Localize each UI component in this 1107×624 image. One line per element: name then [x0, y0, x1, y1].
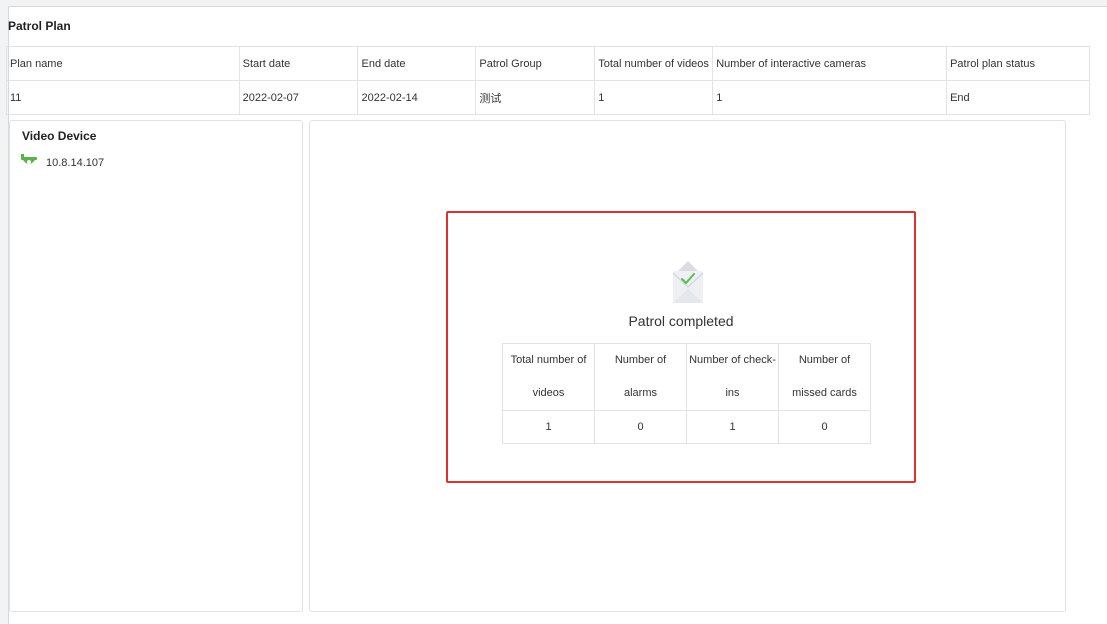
device-list-item[interactable]: 10.8.14.107: [20, 153, 104, 172]
cell-plan-status: End: [946, 80, 1090, 115]
summary-value-total-videos: 1: [502, 410, 595, 444]
cell-end-date: 2022-02-14: [357, 80, 477, 115]
summary-header-total-videos: Total number of videos: [502, 343, 595, 411]
header-start-date: Start date: [238, 46, 359, 81]
table-header-row: Plan name Start date End date Patrol Gro…: [6, 46, 1090, 81]
patrol-result-box: Patrol completed Total number of videos …: [446, 211, 916, 483]
page-title: Patrol Plan: [8, 19, 71, 33]
summary-header-row: Total number of videos Number of alarms …: [502, 343, 871, 411]
cell-total-videos: 1: [594, 80, 714, 115]
header-interactive-cameras: Number of interactive cameras: [712, 46, 948, 81]
video-device-title: Video Device: [22, 129, 97, 143]
patrol-plan-table: Plan name Start date End date Patrol Gro…: [6, 46, 1090, 115]
summary-header-check-ins: Number of check-ins: [686, 343, 779, 411]
summary-values-row: 1 0 1 0: [502, 410, 871, 444]
header-total-videos: Total number of videos: [594, 46, 714, 81]
video-display-panel: Patrol completed Total number of videos …: [309, 120, 1066, 612]
summary-header-alarms: Number of alarms: [594, 343, 687, 411]
summary-header-missed-cards: Number of missed cards: [778, 343, 871, 411]
header-end-date: End date: [357, 46, 477, 81]
cell-interactive-cameras: 1: [712, 80, 948, 115]
camera-icon: [20, 153, 38, 172]
cell-start-date: 2022-02-07: [238, 80, 359, 115]
header-plan-name: Plan name: [6, 46, 240, 81]
cell-plan-name: 11: [6, 80, 240, 115]
header-plan-status: Patrol plan status: [946, 46, 1090, 81]
summary-value-check-ins: 1: [686, 410, 779, 444]
patrol-summary-table: Total number of videos Number of alarms …: [502, 343, 871, 444]
cell-patrol-group: 测试: [475, 80, 596, 115]
header-patrol-group: Patrol Group: [475, 46, 596, 81]
summary-value-missed-cards: 0: [778, 410, 871, 444]
summary-value-alarms: 0: [594, 410, 687, 444]
patrol-completed-title: Patrol completed: [628, 313, 734, 329]
device-ip-label: 10.8.14.107: [46, 156, 105, 169]
envelope-check-icon: [668, 259, 708, 312]
table-row: 11 2022-02-07 2022-02-14 测试 1 1 End: [6, 80, 1090, 115]
video-device-panel: Video Device 10.8.14.107: [9, 120, 303, 612]
